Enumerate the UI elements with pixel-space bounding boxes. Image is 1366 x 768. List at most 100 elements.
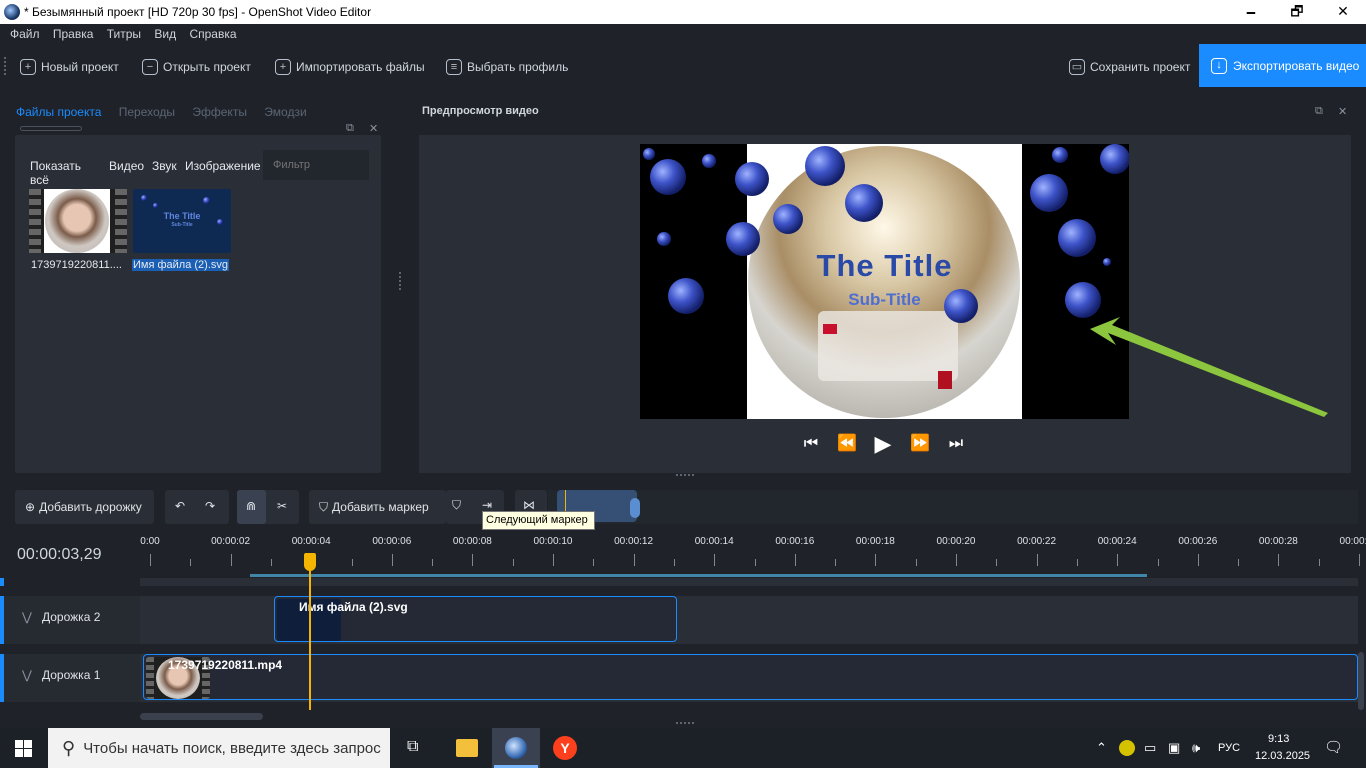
add-track-button[interactable]: ⊕ Добавить дорожку [15, 490, 154, 524]
notifications-icon[interactable]: 🗨 [1324, 738, 1343, 756]
menu-view[interactable]: Вид [154, 27, 176, 41]
fast-forward-button[interactable]: ⏩ [909, 433, 931, 455]
tab-transitions[interactable]: Переходы [119, 105, 175, 119]
red-box [938, 371, 952, 389]
film-strip-left [146, 657, 154, 699]
horizontal-scrollbar[interactable] [140, 713, 263, 720]
windows-start-icon[interactable] [15, 740, 33, 758]
svg-clip[interactable]: Имя файла (2).svg [274, 596, 677, 642]
film-strip-right [115, 189, 127, 253]
vertical-scrollbar[interactable] [1358, 652, 1364, 710]
float-panel-icon[interactable]: ⧉ [346, 122, 354, 135]
volume-icon[interactable]: 🕪 [1192, 740, 1200, 756]
track-2-header[interactable]: ⋁ Дорожка 2 [4, 596, 144, 644]
language-indicator[interactable]: РУС [1218, 742, 1240, 754]
title-bar: * Безымянный проект [HD 720p 30 fps] - O… [0, 0, 1366, 24]
ruler-minor-tick [432, 559, 434, 566]
redo-icon[interactable]: ↷ [205, 499, 215, 513]
video-clip[interactable]: 1739719220811.mp4 [143, 654, 1358, 700]
minimize-button[interactable]: 🗕 [1228, 0, 1274, 24]
float-preview-icon[interactable]: ⧉ [1315, 105, 1323, 118]
tab-effects[interactable]: Эффекты [192, 105, 247, 119]
zoom-scroller[interactable] [548, 490, 1358, 524]
vertical-splitter[interactable] [676, 474, 694, 476]
network-icon[interactable]: ▣ [1168, 740, 1180, 756]
track-1-header[interactable]: ⋁ Дорожка 1 [4, 654, 144, 702]
next-marker-icon[interactable]: ⇥ [482, 498, 492, 512]
import-files-label: Импортировать файлы [296, 60, 425, 74]
menu-file[interactable]: Файл [10, 27, 40, 41]
menu-help[interactable]: Справка [189, 27, 236, 41]
chevron-down-icon[interactable]: ⋁ [22, 668, 32, 682]
battery-icon[interactable]: ▭ [1144, 740, 1156, 756]
jump-end-button[interactable]: ⏭ [945, 433, 967, 455]
ruler-tick [553, 554, 554, 566]
undo-icon[interactable]: ↶ [175, 499, 185, 513]
import-files-button[interactable]: + Импортировать файлы [275, 57, 425, 77]
toolbar-grip[interactable] [4, 57, 7, 75]
ruler-tick-label: 00:00:04 [291, 536, 331, 547]
task-view-icon[interactable]: ⧉ [407, 738, 418, 756]
bottom-splitter[interactable] [676, 722, 694, 724]
document-icon: ≡ [446, 59, 462, 75]
time-ruler[interactable]: 0:00 00:00:02 00:00:04 00:00:06 00:00:08 00:0… [140, 532, 1366, 578]
clock-time[interactable]: 9:13 [1268, 733, 1289, 745]
zoom-handle[interactable] [630, 498, 640, 518]
cached-range [250, 574, 1147, 577]
ruler-tick [150, 554, 151, 566]
yandex-browser-icon[interactable]: Y [553, 736, 577, 760]
tray-app-icon[interactable] [1119, 740, 1135, 756]
main-toolbar: + Новый проект − Открыть проект + Импорт… [0, 45, 1366, 87]
magnet-icon[interactable]: ⋒ [246, 499, 256, 513]
ruler-tick [230, 554, 232, 566]
ruler-minor-tick [351, 559, 353, 566]
save-project-button[interactable]: ▭ Сохранить проект [1069, 57, 1190, 77]
track-2-lane[interactable]: Имя файла (2).svg [140, 596, 1358, 644]
export-video-label: Экспортировать видео [1233, 58, 1360, 73]
open-project-button[interactable]: − Открыть проект [142, 57, 251, 77]
tab-emoji[interactable]: Эмодзи [264, 105, 306, 119]
panel-splitter[interactable] [399, 272, 402, 290]
openshot-taskbar-button[interactable] [492, 728, 540, 768]
export-video-button[interactable]: ↓ Экспортировать видео [1199, 44, 1366, 87]
maximize-button[interactable]: 🗗 [1274, 0, 1320, 24]
ruler-minor-tick [1157, 559, 1159, 566]
file-thumbnail-video[interactable] [29, 189, 127, 253]
razor-icon[interactable]: ✂ [277, 499, 287, 513]
menu-titles[interactable]: Титры [107, 27, 141, 41]
menu-edit[interactable]: Правка [53, 27, 94, 41]
ruler-tick [391, 554, 393, 566]
bubble [1100, 144, 1129, 174]
rewind-button[interactable]: ⏪ [836, 433, 858, 455]
choose-profile-button[interactable]: ≡ Выбрать профиль [446, 57, 568, 77]
ruler-minor-tick [1076, 559, 1078, 566]
plus-icon: + [20, 59, 36, 75]
ruler-tick [1278, 554, 1280, 566]
new-project-button[interactable]: + Новый проект [20, 57, 119, 77]
playhead-line[interactable] [308, 568, 311, 710]
taskbar-search[interactable]: ⚲ Чтобы начать поиск, введите здесь запр… [48, 728, 390, 768]
ruler-minor-tick [673, 559, 675, 566]
filter-input[interactable] [263, 150, 369, 180]
ruler-tick [472, 554, 474, 566]
add-marker-button[interactable]: ⛉ Добавить маркер [309, 490, 446, 524]
chevron-down-icon[interactable]: ⋁ [22, 610, 32, 624]
clock-date[interactable]: 12.03.2025 [1255, 750, 1310, 762]
ruler-tick-label: 00:00:02 [211, 536, 251, 547]
filter-image[interactable]: Изображение [185, 159, 261, 173]
filter-video[interactable]: Видео [109, 159, 144, 173]
filter-show-all[interactable]: Показать всё [30, 159, 81, 187]
close-preview-icon[interactable]: ✕ [1338, 105, 1347, 118]
play-button[interactable]: ▶ [872, 433, 894, 455]
file-label-video: 1739719220811.... [31, 259, 122, 271]
previous-marker-icon[interactable]: ⛉ [452, 498, 461, 513]
filter-audio[interactable]: Звук [152, 159, 177, 173]
close-panel-icon[interactable]: ✕ [369, 122, 378, 135]
file-thumbnail-svg[interactable]: The Title Sub-Title [133, 189, 231, 253]
file-explorer-icon[interactable] [456, 739, 478, 757]
tab-project-files[interactable]: Файлы проекта [16, 105, 101, 119]
jump-start-button[interactable]: ⏮ [800, 433, 822, 455]
tray-chevron-up-icon[interactable]: ⌃ [1096, 740, 1107, 756]
close-button[interactable]: ✕ [1320, 0, 1366, 24]
track-1-lane[interactable]: 1739719220811.mp4 [140, 654, 1358, 702]
